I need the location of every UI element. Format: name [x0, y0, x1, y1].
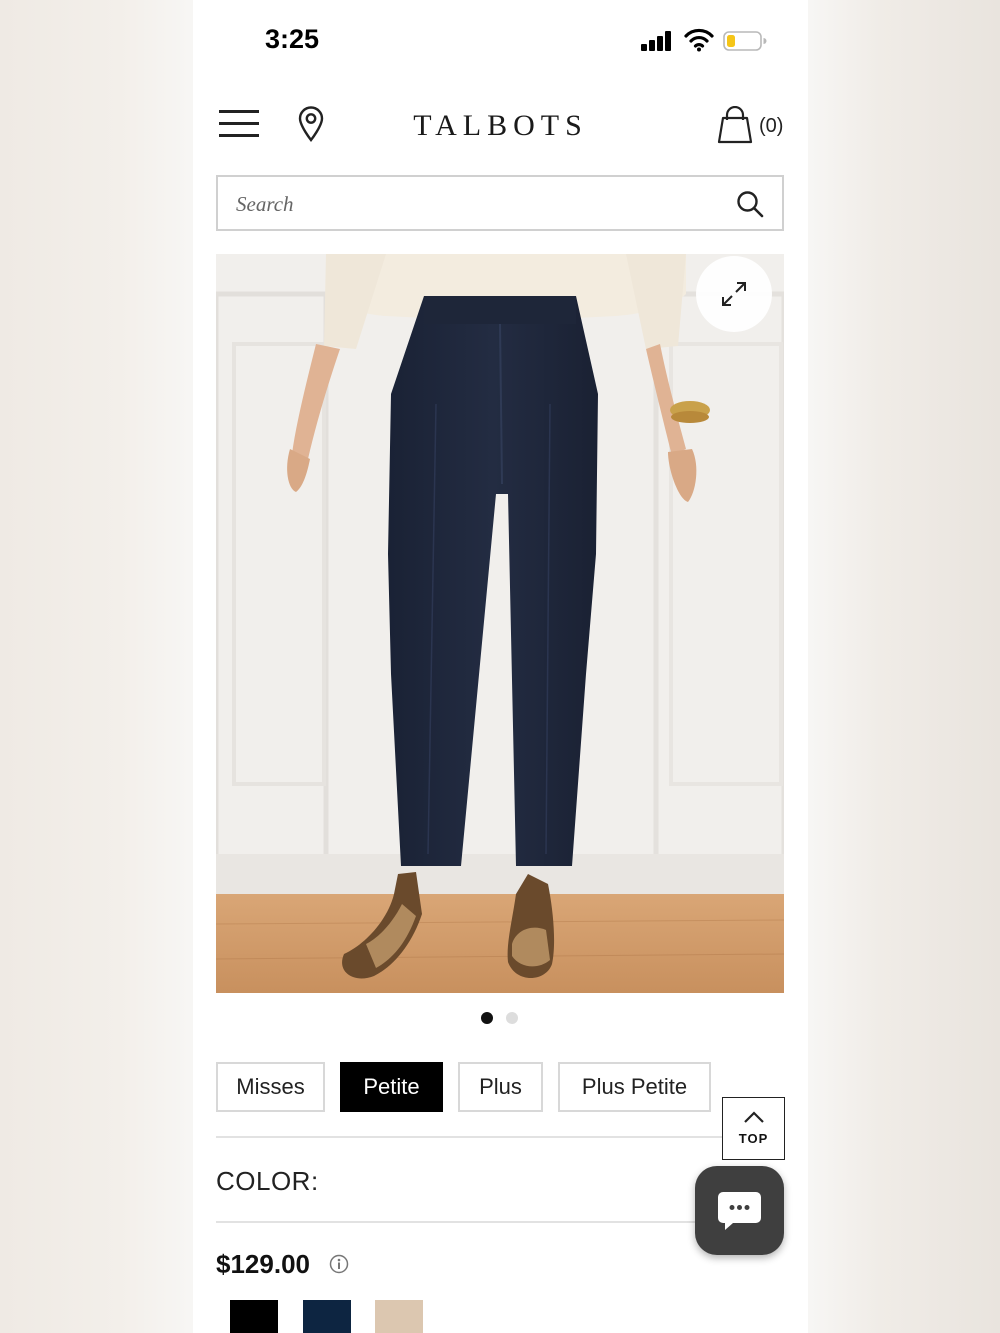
size-tab-petite[interactable]: Petite — [340, 1062, 443, 1112]
site-header: TALBOTS (0) — [193, 100, 808, 152]
search-bar — [216, 175, 784, 231]
divider — [216, 1221, 696, 1223]
carousel-dot-1[interactable] — [481, 1012, 493, 1024]
cart-count: (0) — [759, 115, 784, 137]
search-icon[interactable] — [736, 190, 764, 218]
color-swatch-black[interactable] — [230, 1300, 278, 1333]
cart-button[interactable]: (0) — [717, 105, 787, 144]
size-tab-plus-petite[interactable]: Plus Petite — [558, 1062, 711, 1112]
wifi-icon — [684, 28, 714, 52]
carousel-dot-2[interactable] — [506, 1012, 518, 1024]
product-photo — [216, 254, 784, 993]
divider — [216, 1136, 722, 1138]
battery-low-icon — [723, 31, 767, 51]
cellular-signal-icon — [641, 31, 675, 51]
size-tab-misses[interactable]: Misses — [216, 1062, 325, 1112]
color-label: COLOR: — [216, 1166, 319, 1196]
location-pin-icon[interactable] — [297, 106, 325, 142]
back-to-top-label: TOP — [738, 1131, 769, 1146]
color-swatch-navy[interactable] — [303, 1300, 351, 1333]
expand-image-button[interactable] — [696, 256, 772, 332]
back-to-top-button[interactable]: TOP — [722, 1097, 785, 1160]
product-image[interactable] — [216, 254, 784, 993]
search-input[interactable] — [236, 189, 716, 219]
mobile-screen: 3:25 TALBOTS (0) Search Misses Petite Pl… — [193, 0, 808, 1333]
chevron-up-icon — [743, 1110, 765, 1129]
size-tab-plus[interactable]: Plus — [458, 1062, 543, 1112]
shopping-bag-icon — [717, 105, 753, 149]
chat-bubble-icon — [717, 1188, 762, 1238]
hamburger-menu-icon[interactable] — [219, 110, 261, 142]
chat-button[interactable] — [695, 1166, 784, 1255]
status-time: 3:25 — [265, 24, 320, 54]
color-swatch-camel[interactable] — [375, 1300, 423, 1333]
expand-arrows-icon — [720, 280, 748, 313]
talbots-logo[interactable]: TALBOTS — [393, 109, 608, 143]
info-circle-icon[interactable] — [329, 1254, 349, 1274]
product-price: $129.00 — [216, 1249, 310, 1279]
